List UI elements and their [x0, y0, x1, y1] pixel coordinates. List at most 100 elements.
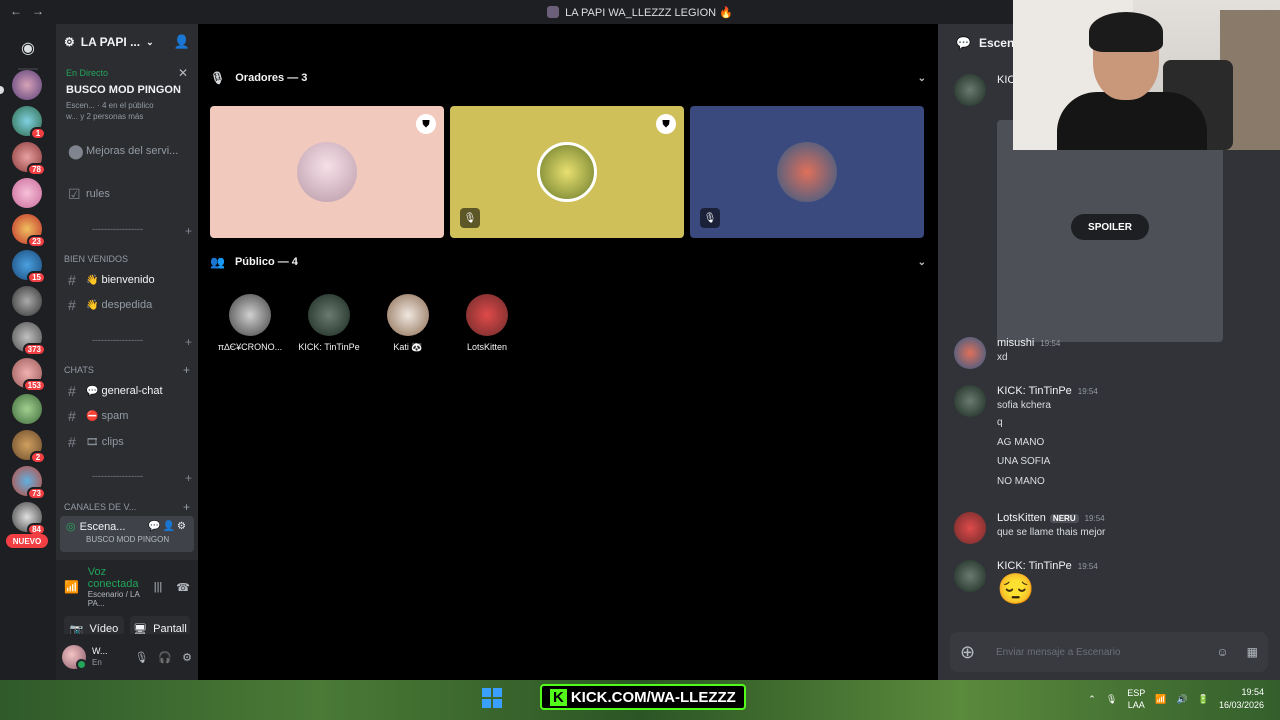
category-voice[interactable]: CANALES DE V... + — [64, 500, 190, 514]
add-channel-icon[interactable]: + — [183, 500, 190, 514]
chevron-up-icon[interactable]: ⌃ — [1088, 694, 1096, 705]
audience-header[interactable]: 👥 Público — 4 ⌄ — [210, 252, 926, 272]
server-icon-8[interactable]: 373 — [12, 322, 46, 356]
speaker-tile[interactable]: 🎙 — [690, 106, 924, 238]
channel-general-chat[interactable]: # 💬 general-chat — [60, 380, 194, 402]
speaker-tile[interactable]: ⛊ — [210, 106, 444, 238]
chevron-down-icon[interactable]: ⌄ — [918, 257, 926, 268]
mention-badge: 153 — [22, 379, 46, 392]
server-icon-10[interactable] — [12, 394, 42, 424]
forward-arrow-icon[interactable]: → — [32, 4, 44, 18]
chat-message: misushi 19:54 xd — [954, 337, 1274, 369]
hash-icon: # — [68, 408, 76, 424]
add-channel-icon[interactable]: + — [185, 224, 192, 238]
mention-badge: 23 — [27, 235, 46, 248]
category-chats[interactable]: CHATS + — [64, 363, 190, 377]
server-icon-6[interactable]: 15 — [12, 250, 46, 284]
server-icon-13[interactable]: 84 — [12, 502, 46, 536]
server-header[interactable]: ⚙ LA PAPI ... ⌄ 👤 — [56, 24, 198, 60]
user-panel: W... En 🎙 🎧 ⚙ — [56, 634, 198, 680]
divider-text: ----------------- — [92, 471, 143, 481]
server-icon-1[interactable] — [12, 70, 42, 100]
avatar[interactable] — [954, 512, 986, 544]
add-attachment-icon[interactable]: ⊕ — [960, 642, 996, 663]
avatar[interactable] — [954, 385, 986, 417]
avatar[interactable] — [954, 337, 986, 369]
voice-status[interactable]: Voz conectada — [88, 566, 154, 590]
hash-icon: # — [68, 383, 76, 399]
signal-icon[interactable]: 📶 — [64, 580, 88, 594]
channel-bienvenido[interactable]: # 👋 bienvenido — [60, 269, 194, 291]
server-icon-2[interactable]: 1 — [12, 106, 46, 140]
category-bienvenidos[interactable]: BIEN VENIDOS — [64, 252, 190, 266]
server-icon-3[interactable]: 78 — [12, 142, 46, 176]
back-arrow-icon[interactable]: ← — [10, 4, 22, 18]
server-rail: ◉ 1 78 23 15 373 153 2 73 84 NUEVO — [0, 24, 56, 680]
microphone-icon[interactable]: 🎙 — [134, 651, 148, 664]
mention-badge: 373 — [22, 343, 46, 356]
audience-member[interactable]: KICK: TinTinPe — [289, 294, 369, 352]
server-icon-4[interactable] — [12, 178, 42, 208]
server-icon-9[interactable]: 153 — [12, 358, 46, 392]
channel-clips[interactable]: # 🎞 clips — [60, 431, 194, 453]
spoiler-attachment[interactable]: SPOILER — [997, 120, 1223, 342]
channel-rules[interactable]: ☑ rules — [60, 183, 194, 205]
message-author[interactable]: LotsKitten — [997, 512, 1046, 524]
channel-stage-active[interactable]: ◎ Escena... 💬👤⚙ BUSCO MOD PINGON — [60, 516, 194, 552]
close-icon[interactable]: ✕ — [178, 66, 188, 80]
avatar — [466, 294, 508, 336]
server-icon-7[interactable] — [12, 286, 42, 316]
headphones-icon[interactable]: 🎧 — [158, 651, 172, 664]
message-author[interactable]: misushi — [997, 337, 1034, 349]
add-channel-icon[interactable]: + — [185, 471, 192, 485]
spoiler-button[interactable]: SPOILER — [1071, 214, 1149, 240]
message-line: NO MANO — [997, 475, 1045, 487]
disconnect-icon[interactable]: ☎ — [176, 581, 190, 594]
live-event-card[interactable]: En Directo ✕ BUSCO MOD PINGON Escen... ·… — [60, 64, 194, 144]
add-channel-icon[interactable]: + — [183, 363, 190, 377]
clock-time: 19:54 — [1241, 687, 1264, 697]
message-composer: ⊕ ☺ ▦ — [950, 632, 1268, 672]
speakers-header[interactable]: 🎙 Oradores — 3 ⌄ — [210, 68, 926, 88]
invite-user-icon[interactable]: 👤 — [174, 34, 190, 50]
microphone-icon[interactable]: 🎙 — [1106, 694, 1117, 705]
server-icon-11[interactable]: 2 — [12, 430, 46, 464]
live-label: En Directo — [66, 68, 109, 78]
channel-spam[interactable]: # ⛔ spam — [60, 405, 194, 427]
soundboard-icon[interactable]: ||| — [154, 581, 163, 594]
wifi-icon[interactable]: 📶 — [1155, 694, 1166, 705]
audience-member[interactable]: π∆Є¥CRONO... — [210, 294, 290, 352]
message-author[interactable]: KICK: TinTinPe — [997, 385, 1072, 397]
message-line: sofia kchera — [997, 400, 1051, 411]
avatar[interactable] — [62, 645, 87, 670]
mic-muted-icon: 🎙 — [700, 208, 720, 228]
battery-icon[interactable]: 🔋 — [1198, 694, 1209, 705]
channel-tools-icons[interactable]: 💬👤⚙ — [148, 521, 188, 532]
add-channel-icon[interactable]: + — [185, 335, 192, 349]
divider-text: ----------------- — [92, 335, 143, 345]
clock[interactable]: 19:54 16/03/2026 — [1219, 686, 1264, 712]
server-icon-5[interactable]: 23 — [12, 214, 46, 248]
audience-member[interactable]: Kati 🐼 — [368, 294, 448, 353]
message-input[interactable] — [996, 646, 1217, 658]
message-author[interactable]: KICK: TinTinPe — [997, 560, 1072, 572]
settings-gear-icon[interactable]: ⚙ — [182, 651, 192, 664]
avatar[interactable] — [954, 74, 986, 106]
audience-member[interactable]: LotsKitten — [447, 294, 527, 352]
language-indicator[interactable]: ESP LAA — [1127, 687, 1145, 711]
webcam-person-body — [1057, 92, 1207, 150]
apps-icon[interactable]: ▦ — [1247, 645, 1258, 659]
windows-start-icon[interactable] — [482, 688, 502, 708]
avatar[interactable] — [954, 560, 986, 592]
guild-tag-badge[interactable]: NERU — [1049, 513, 1079, 523]
server-icon-12[interactable]: 73 — [12, 466, 46, 500]
channel-boosts[interactable]: ⬤ Mejoras del servi... — [60, 140, 194, 162]
discord-home-icon[interactable]: ◉ — [12, 32, 44, 64]
chevron-down-icon[interactable]: ⌄ — [918, 73, 926, 84]
username[interactable]: W... — [92, 646, 108, 656]
lang-label: ESP — [1127, 688, 1146, 698]
speaker-icon[interactable]: 🔊 — [1177, 694, 1188, 705]
speaker-tile[interactable]: ⛊ 🎙 — [450, 106, 684, 238]
emoji-picker-icon[interactable]: ☺ — [1216, 645, 1228, 659]
channel-despedida[interactable]: # 👋 despedida — [60, 294, 194, 316]
